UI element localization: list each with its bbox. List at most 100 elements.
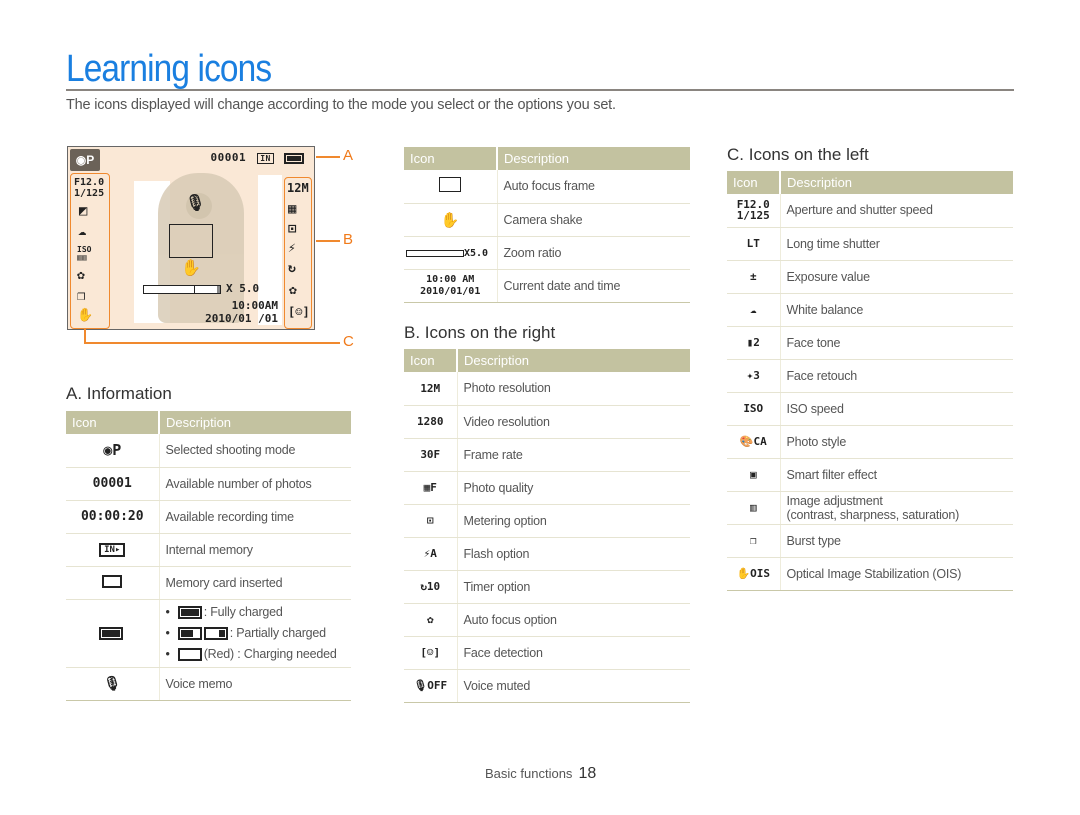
footer-section: Basic functions [485,766,573,781]
white-balance-icon: ☁ [727,293,781,327]
row-description: Photo style [786,434,847,449]
table-row: [☺] Face detection [404,636,690,670]
table-row: ✋ Camera shake [404,203,690,237]
table-row: ✋OIS Optical Image Stabilization (OIS) [727,557,1013,591]
screen-top-info: 00001 IN [210,151,306,164]
row-description: Long time shutter [786,236,880,251]
callout-a: A [343,147,354,164]
table-row: 00:00:20 Available recording time [66,500,351,534]
screen-center-table: Icon Description Auto focus frame ✋ Camer… [404,147,690,303]
camera-program-icon: ◉P [66,434,160,468]
battery-empty-item: (Red) : Charging needed [166,644,352,665]
metering-icon: ⊡ [288,221,297,237]
ois-icon: ✋OIS [727,557,781,591]
table-row: ± Exposure value [727,260,1013,294]
row-description: Image adjustment [786,493,883,508]
table-row: 🎙OFF Voice muted [404,669,690,703]
row-description: Photo quality [463,480,534,495]
camera-screen-illustration: ◉P 00001 IN F12.0 1/125 ◩ ☁ ISO ▥▥ ✿ ❐ ✋ 🎙… [67,146,315,330]
table-row: ✦3 Face retouch [727,359,1013,393]
flash-icon: ⚡ [288,241,296,256]
row-description: Photo resolution [463,381,551,396]
table-row: ⊡ Metering option [404,504,690,538]
ois-icon: ✋ [77,308,94,323]
table-row: 00001 Available number of photos [66,467,351,501]
information-table: Icon Description ◉P Selected shooting mod… [66,411,351,701]
row-description: Optical Image Stabilization (OIS) [786,566,962,581]
row-description: Voice muted [463,678,531,693]
table-row: Memory card inserted [66,566,351,600]
macro-icon: ✿ [289,283,297,298]
page-title: Learning icons [66,48,272,90]
page-subtitle: The icons displayed will change accordin… [66,97,616,113]
photo-quality-icon: ▦F [404,471,458,505]
photo-quality-icon: ▦ [288,201,297,217]
metering-icon: ⊡ [404,504,458,538]
battery-empty-icon [177,647,202,661]
voice-memo-icon: 🎙 [66,667,160,701]
iso-speed-icon: ISO [727,392,781,426]
right-icon-group: 12M ▦ ⊡ ⚡ ↻ ✿ [☺] [284,177,312,329]
section-a-title: A. Information [66,384,172,403]
left-icon-group: F12.0 1/125 ◩ ☁ ISO ▥▥ ✿ ❐ ✋ [70,173,110,329]
aperture-shutter-icon: F12.0 1/125 [727,194,781,228]
table-row: ▮2 Face tone [727,326,1013,360]
table-row: ❐ Burst type [727,524,1013,558]
row-description: White balance [786,302,864,317]
row-description: Aperture and shutter speed [786,203,933,218]
timer-icon: ↻ [288,261,296,276]
table-row: 12M Photo resolution [404,372,690,406]
row-description: Frame rate [463,447,523,462]
photo-count-icon: 00001 [66,467,160,501]
table-row: ☁ White balance [727,293,1013,327]
table-row: 10:00 AM 2010/01/01 Current date and time [404,269,690,303]
table-row: Auto focus frame [404,170,690,204]
row-description-detail: (contrast, sharpness, saturation) [786,507,960,522]
table-row: ◉P Selected shooting mode [66,434,351,468]
burst-type-icon: ❐ [727,524,781,558]
voice-memo-icon: 🎙 [185,193,206,212]
timer-icon: ↻10 [404,570,458,604]
table-row: ISO ISO speed [727,392,1013,426]
callout-b: B [343,231,354,248]
white-balance-icon: ☁ [78,223,87,239]
battery-full-icon [177,605,202,619]
battery-full-item: : Fully charged [166,602,352,623]
table-row: X5.0 Zoom ratio [404,236,690,270]
row-description: Flash option [463,546,530,561]
photo-count: 00001 [210,151,247,164]
table-row: LT Long time shutter [727,227,1013,261]
left-icons-table: Icon Description F12.0 1/125 Aperture and… [727,171,1013,591]
table-row: ▥ Image adjustment (contrast, sharpness, s… [727,491,1013,525]
row-description: Auto focus option [463,612,557,627]
voice-muted-icon: 🎙OFF [404,669,458,703]
table-row: ▣ Smart filter effect [727,458,1013,492]
table-row: 1280 Video resolution [404,405,690,439]
table-row: 30F Frame rate [404,438,690,472]
battery-partial-item: : Partially charged [166,623,352,644]
zoom-ratio-icon: X5.0 [404,236,498,270]
table-row: IN▸ Internal memory [66,533,351,567]
row-description: Face tone [786,335,841,350]
internal-memory-icon: IN [257,153,274,164]
date-time-icon: 10:00 AM 2010/01/01 [404,269,498,303]
table-row: F12.0 1/125 Aperture and shutter speed [727,194,1013,228]
iso-icon: ISO ▥▥ [77,245,92,262]
memory-card-icon [66,566,160,600]
face-tone-icon: ▮2 [727,326,781,360]
af-frame-icon [404,170,498,204]
callout-c: C [343,333,354,350]
photo-resolution-icon: 12M [287,181,309,195]
table-row: ▦F Photo quality [404,471,690,505]
aperture-shutter-icon: F12.0 1/125 [74,177,105,199]
photo-style-icon: ✿ [77,268,85,283]
long-time-shutter-icon: LT [727,227,781,261]
row-description: Burst type [786,533,841,548]
row-description: Exposure value [786,269,871,284]
smart-filter-icon: ▣ [727,458,781,492]
battery-icon [284,152,304,164]
row-description: Video resolution [463,414,550,429]
page-number: 18 [578,765,597,782]
camera-shake-icon: ✋ [181,258,201,277]
exposure-value-icon: ± [727,260,781,294]
